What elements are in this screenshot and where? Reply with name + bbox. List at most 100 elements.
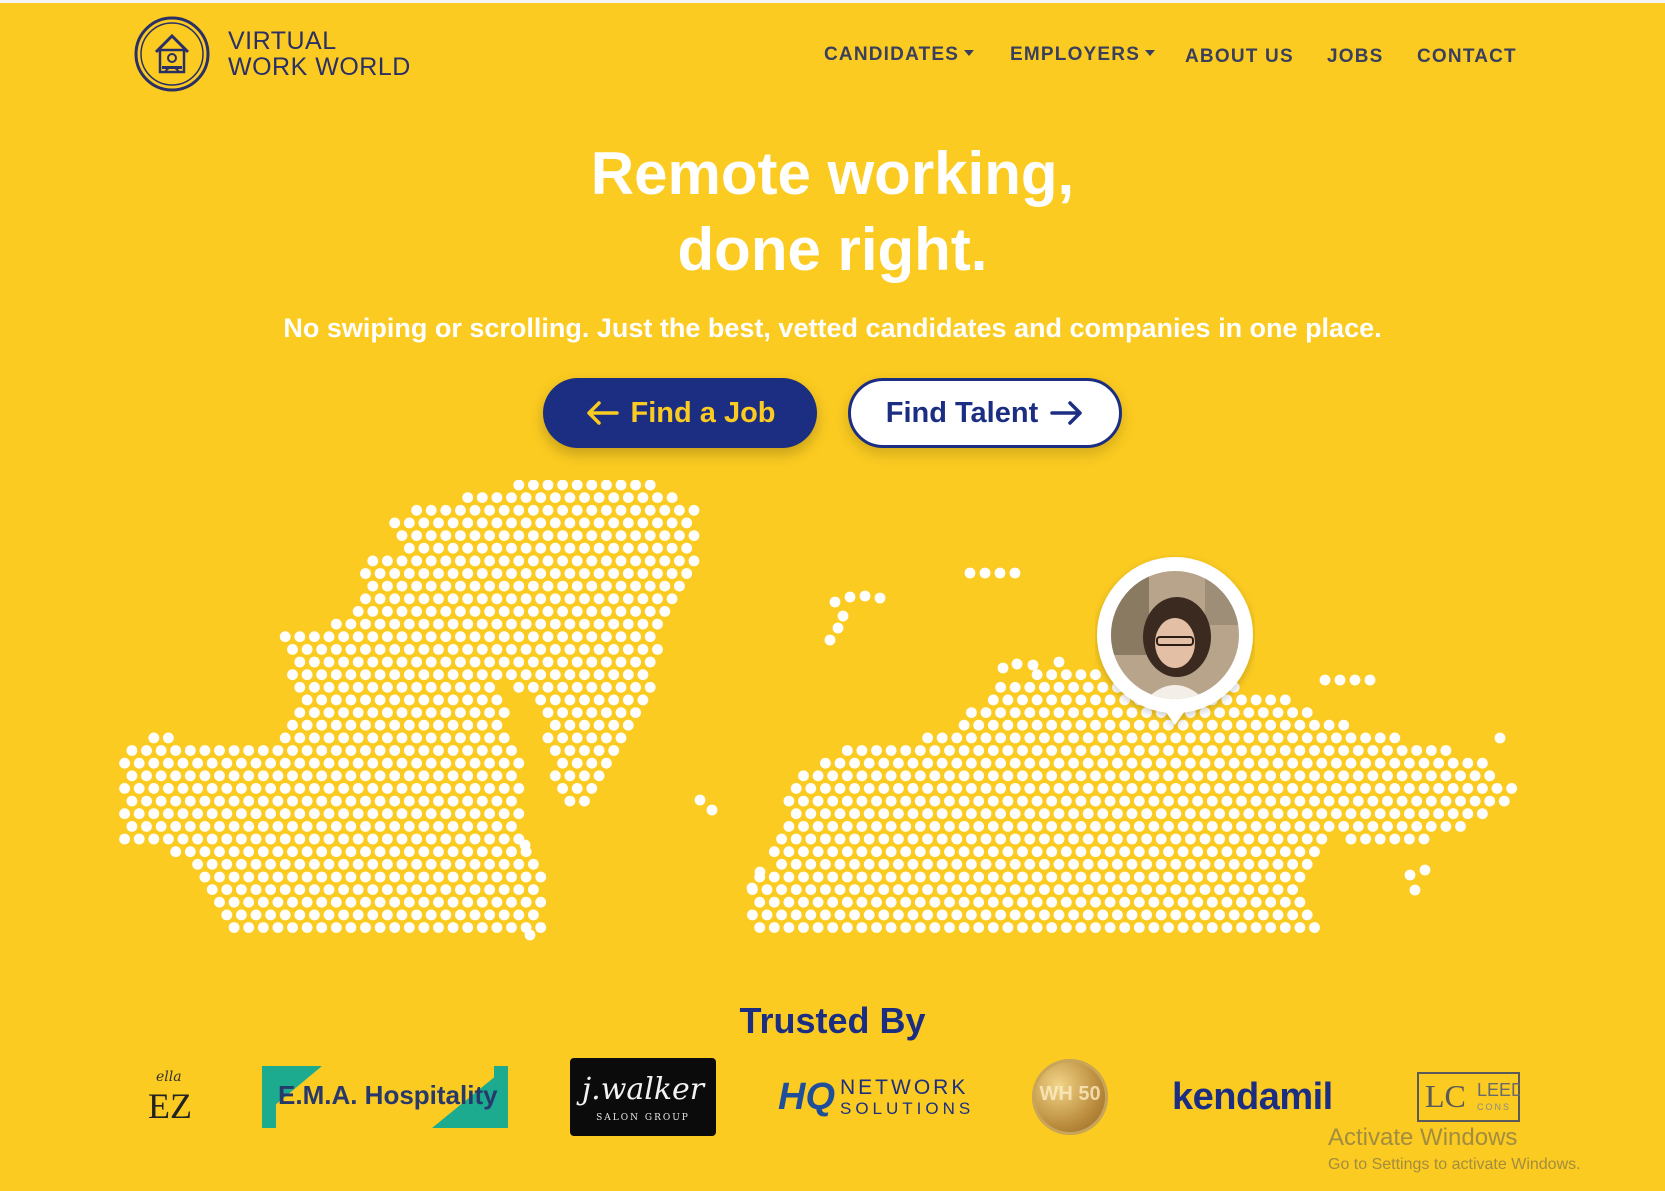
map-dot (418, 719, 430, 731)
map-dot (1477, 757, 1488, 769)
map-dot (1345, 732, 1357, 744)
map-dot (535, 871, 547, 883)
map-dot (506, 517, 517, 529)
map-dot (1192, 846, 1204, 858)
map-dot (1206, 821, 1218, 832)
map-dot (666, 593, 678, 605)
map-dot (1185, 858, 1196, 870)
nav-candidates[interactable]: CANDIDATES (824, 44, 975, 66)
nav-employers[interactable]: EMPLOYERS (1010, 44, 1156, 66)
map-dot (236, 808, 247, 820)
map-dot (1294, 922, 1306, 933)
map-dot (1163, 896, 1174, 908)
map-dot (440, 732, 452, 744)
map-dot (1447, 808, 1459, 820)
map-dot (601, 606, 612, 617)
map-dot (1009, 681, 1021, 693)
map-dot (528, 631, 539, 643)
map-dot (462, 745, 474, 756)
map-dot (564, 542, 576, 554)
map-dot (593, 745, 605, 756)
map-dot (944, 770, 955, 782)
map-dot (360, 669, 371, 681)
map-dot (893, 909, 904, 921)
map-dot (944, 821, 955, 832)
map-dot (119, 757, 130, 769)
map-dot (601, 631, 612, 643)
map-dot (1411, 745, 1423, 756)
map-dot (885, 922, 897, 933)
map-dot (491, 719, 503, 731)
map-dot (462, 871, 474, 883)
map-dot (309, 833, 320, 845)
map-dot (1447, 783, 1459, 794)
map-dot (630, 480, 641, 491)
dotted-world-map (119, 480, 1517, 941)
map-dot (170, 821, 182, 832)
map-dot (601, 707, 612, 718)
lc-mark: LC (1425, 1078, 1466, 1114)
map-dot (469, 530, 481, 541)
map-dot (1133, 770, 1145, 782)
map-dot (834, 833, 846, 845)
map-dot (1163, 871, 1174, 883)
logo-j-walker: j.walker SALON GROUP (570, 1052, 716, 1142)
map-dot (1082, 783, 1094, 794)
map-dot (586, 757, 598, 769)
map-dot (1075, 770, 1087, 782)
map-dot (856, 922, 868, 933)
map-dot (564, 795, 576, 807)
map-dot (389, 745, 401, 756)
map-dot (1411, 821, 1423, 832)
map-dot (455, 732, 466, 744)
nav-about-us[interactable]: ABOUT US (1185, 46, 1294, 68)
map-dot (236, 833, 247, 845)
map-dot (586, 504, 598, 516)
map-dot (820, 833, 831, 845)
find-job-button[interactable]: Find a Job (543, 378, 817, 448)
map-dot (776, 833, 787, 845)
map-dot (1148, 922, 1160, 933)
map-dot (1396, 795, 1408, 807)
map-dot (1323, 795, 1335, 807)
map-dot (681, 542, 693, 554)
find-talent-button[interactable]: Find Talent (848, 378, 1122, 448)
map-dot (1075, 719, 1087, 731)
map-dot (615, 631, 627, 643)
map-dot (1214, 757, 1225, 769)
map-dot (374, 896, 386, 908)
map-dot (1279, 719, 1291, 731)
map-dot (1068, 783, 1079, 794)
map-dot (447, 846, 459, 858)
map-dot (958, 745, 970, 756)
map-dot (279, 631, 291, 643)
map-dot (571, 783, 583, 794)
map-dot (243, 846, 255, 858)
map-dot (520, 568, 532, 579)
map-dot (257, 871, 269, 883)
map-dot (425, 858, 437, 870)
map-dot (1104, 745, 1116, 756)
nav-jobs[interactable]: JOBS (1327, 46, 1384, 68)
map-dot (447, 922, 459, 933)
map-dot (1112, 858, 1123, 870)
map-dot (1374, 833, 1386, 845)
map-dot (1199, 884, 1211, 895)
map-dot (396, 681, 408, 693)
map-dot (1046, 821, 1058, 832)
map-dot (1053, 808, 1065, 820)
map-dot (455, 909, 466, 921)
map-dot (418, 896, 430, 908)
map-dot (389, 694, 401, 706)
map-dot (1338, 795, 1350, 807)
map-dot (1352, 745, 1364, 756)
map-dot (1206, 795, 1218, 807)
map-dot (914, 922, 926, 933)
map-dot (484, 580, 495, 592)
nav-contact[interactable]: CONTACT (1417, 46, 1517, 68)
map-dot (1133, 922, 1145, 933)
map-dot (433, 795, 444, 807)
map-dot (403, 542, 415, 554)
map-dot (323, 808, 335, 820)
map-dot (812, 896, 824, 908)
